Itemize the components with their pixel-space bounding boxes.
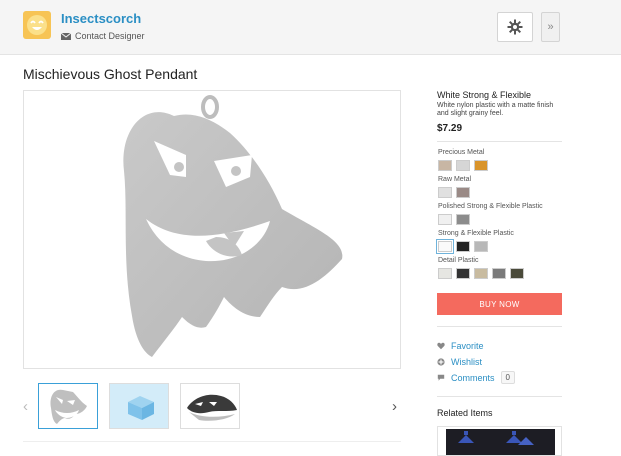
material-swatch[interactable] <box>456 160 470 171</box>
selected-material-name: White Strong & Flexible <box>437 90 532 100</box>
buy-now-button[interactable]: BUY NOW <box>437 293 562 315</box>
material-group-label: Strong & Flexible Plastic <box>438 230 514 237</box>
divider <box>437 396 562 397</box>
shop-avatar[interactable] <box>23 11 51 39</box>
favorite-label: Favorite <box>451 341 484 351</box>
thumbnail-packaging[interactable] <box>109 383 169 429</box>
material-swatch[interactable] <box>436 239 454 254</box>
material-swatch[interactable] <box>474 268 488 279</box>
related-item-card[interactable] <box>437 426 562 456</box>
material-swatch[interactable] <box>438 160 452 171</box>
material-swatch[interactable] <box>438 187 452 198</box>
ghost-thumbnail-image <box>50 389 87 424</box>
heart-icon <box>437 342 445 350</box>
favorite-action[interactable]: Favorite <box>437 341 484 351</box>
box-thumbnail-image <box>110 384 168 428</box>
material-swatch[interactable] <box>456 241 470 252</box>
more-button[interactable]: » <box>541 12 560 42</box>
comments-label: Comments <box>451 372 495 383</box>
product-title: Mischievous Ghost Pendant <box>23 66 198 82</box>
material-group-label: Detail Plastic <box>438 257 479 264</box>
material-swatch[interactable] <box>438 268 452 279</box>
wishlist-action[interactable]: Wishlist <box>437 357 482 367</box>
ghost-pendant-image <box>123 95 343 357</box>
thumbnail-ghost-pendant[interactable] <box>38 383 98 429</box>
price: $7.29 <box>437 123 463 134</box>
material-group-label: Precious Metal <box>438 149 485 156</box>
carousel-prev-arrow[interactable]: ‹ <box>23 398 28 415</box>
swatch-row-raw-metal <box>438 187 470 198</box>
material-swatch[interactable] <box>456 214 470 225</box>
material-swatch[interactable] <box>492 268 506 279</box>
swatch-row-polished-plastic <box>438 214 470 225</box>
material-group-label: Raw Metal <box>438 176 472 183</box>
contact-designer-label: Contact Designer <box>75 31 145 41</box>
material-group-label: Polished Strong & Flexible Plastic <box>438 203 543 210</box>
material-swatch[interactable] <box>456 268 470 279</box>
comments-action[interactable]: Comments 0 <box>437 371 515 384</box>
divider <box>437 326 562 327</box>
thumbnail-carousel: ‹ › <box>23 382 401 432</box>
envelope-icon <box>61 32 71 40</box>
material-swatch[interactable] <box>510 268 524 279</box>
smiley-face-icon <box>27 15 47 35</box>
speech-bubble-icon <box>437 374 445 381</box>
comments-count-badge: 0 <box>500 371 515 384</box>
divider <box>437 141 562 142</box>
gear-badge-icon <box>507 19 523 35</box>
divider <box>23 441 401 442</box>
carousel-next-arrow[interactable]: › <box>392 398 397 415</box>
contact-designer-link[interactable]: Contact Designer <box>61 31 145 41</box>
related-item-image <box>446 429 555 455</box>
material-swatch[interactable] <box>438 214 452 225</box>
swatch-row-detail-plastic <box>438 268 524 279</box>
shop-name-link[interactable]: Insectscorch <box>61 11 141 26</box>
material-swatch[interactable] <box>456 187 470 198</box>
material-description: White nylon plastic with a matte finish … <box>437 102 554 117</box>
related-items-title: Related Items <box>437 408 493 418</box>
material-swatch[interactable] <box>474 241 488 252</box>
wishlist-label: Wishlist <box>451 357 482 367</box>
swatch-row-precious-metal <box>438 160 488 171</box>
product-image-viewer[interactable] <box>23 90 401 369</box>
ghost-angled-thumbnail-image <box>187 394 237 421</box>
shop-header: Insectscorch Contact Designer » <box>0 0 621 55</box>
swatch-row-strong-flexible <box>436 239 488 254</box>
plus-circle-icon <box>437 358 445 366</box>
shop-badge-button[interactable] <box>497 12 533 42</box>
material-swatch[interactable] <box>474 160 488 171</box>
thumbnail-ghost-angled[interactable] <box>180 383 240 429</box>
